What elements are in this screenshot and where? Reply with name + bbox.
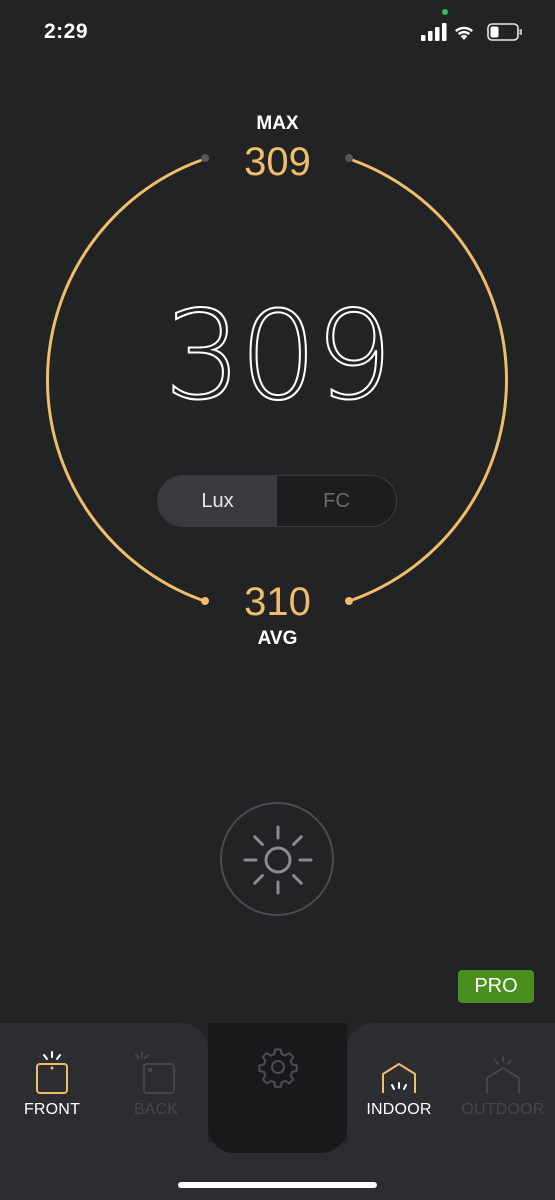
tab-outdoor[interactable]: OUTDOOR [451,1055,555,1119]
max-value: 309 [244,140,311,184]
avg-label: AVG [257,628,298,649]
unit-option-fc[interactable]: FC [277,476,396,526]
home-indicator[interactable] [178,1182,377,1188]
max-label: MAX [256,113,299,134]
tab-indoor[interactable]: INDOOR [347,1061,451,1119]
gear-icon [258,1048,298,1088]
tab-back-label: BACK [133,1101,179,1118]
avg-value: 310 [244,580,311,624]
indoor-house-icon [382,1063,416,1093]
status-bar: 2:29 [0,0,555,64]
tab-front-label: FRONT [23,1101,81,1118]
wifi-icon [455,26,473,40]
battery-icon [487,23,522,41]
current-lux-value: 309 [0,284,555,428]
unit-toggle: Lux FC [157,475,397,527]
tab-indoor-label: INDOOR [366,1101,432,1118]
outdoor-house-icon [486,1056,520,1093]
unit-option-lux[interactable]: Lux [158,476,277,526]
signal-icon [421,23,447,41]
measure-button[interactable] [220,802,334,916]
settings-button[interactable] [257,1046,299,1088]
tab-back-camera[interactable]: BACK [104,1049,208,1119]
privacy-indicator-dot [442,9,448,15]
back-camera-icon [135,1051,175,1094]
light-meter-gauge: MAX 309 309 Lux FC 310 AVG [0,100,555,660]
front-camera-icon [36,1051,68,1094]
tab-outdoor-label: OUTDOOR [461,1101,545,1118]
status-time: 2:29 [44,20,89,43]
tab-front-camera[interactable]: FRONT [0,1049,104,1119]
sun-icon [243,825,313,895]
pro-badge[interactable]: PRO [458,970,534,1003]
current-lux-value-text: 309 [163,284,394,428]
